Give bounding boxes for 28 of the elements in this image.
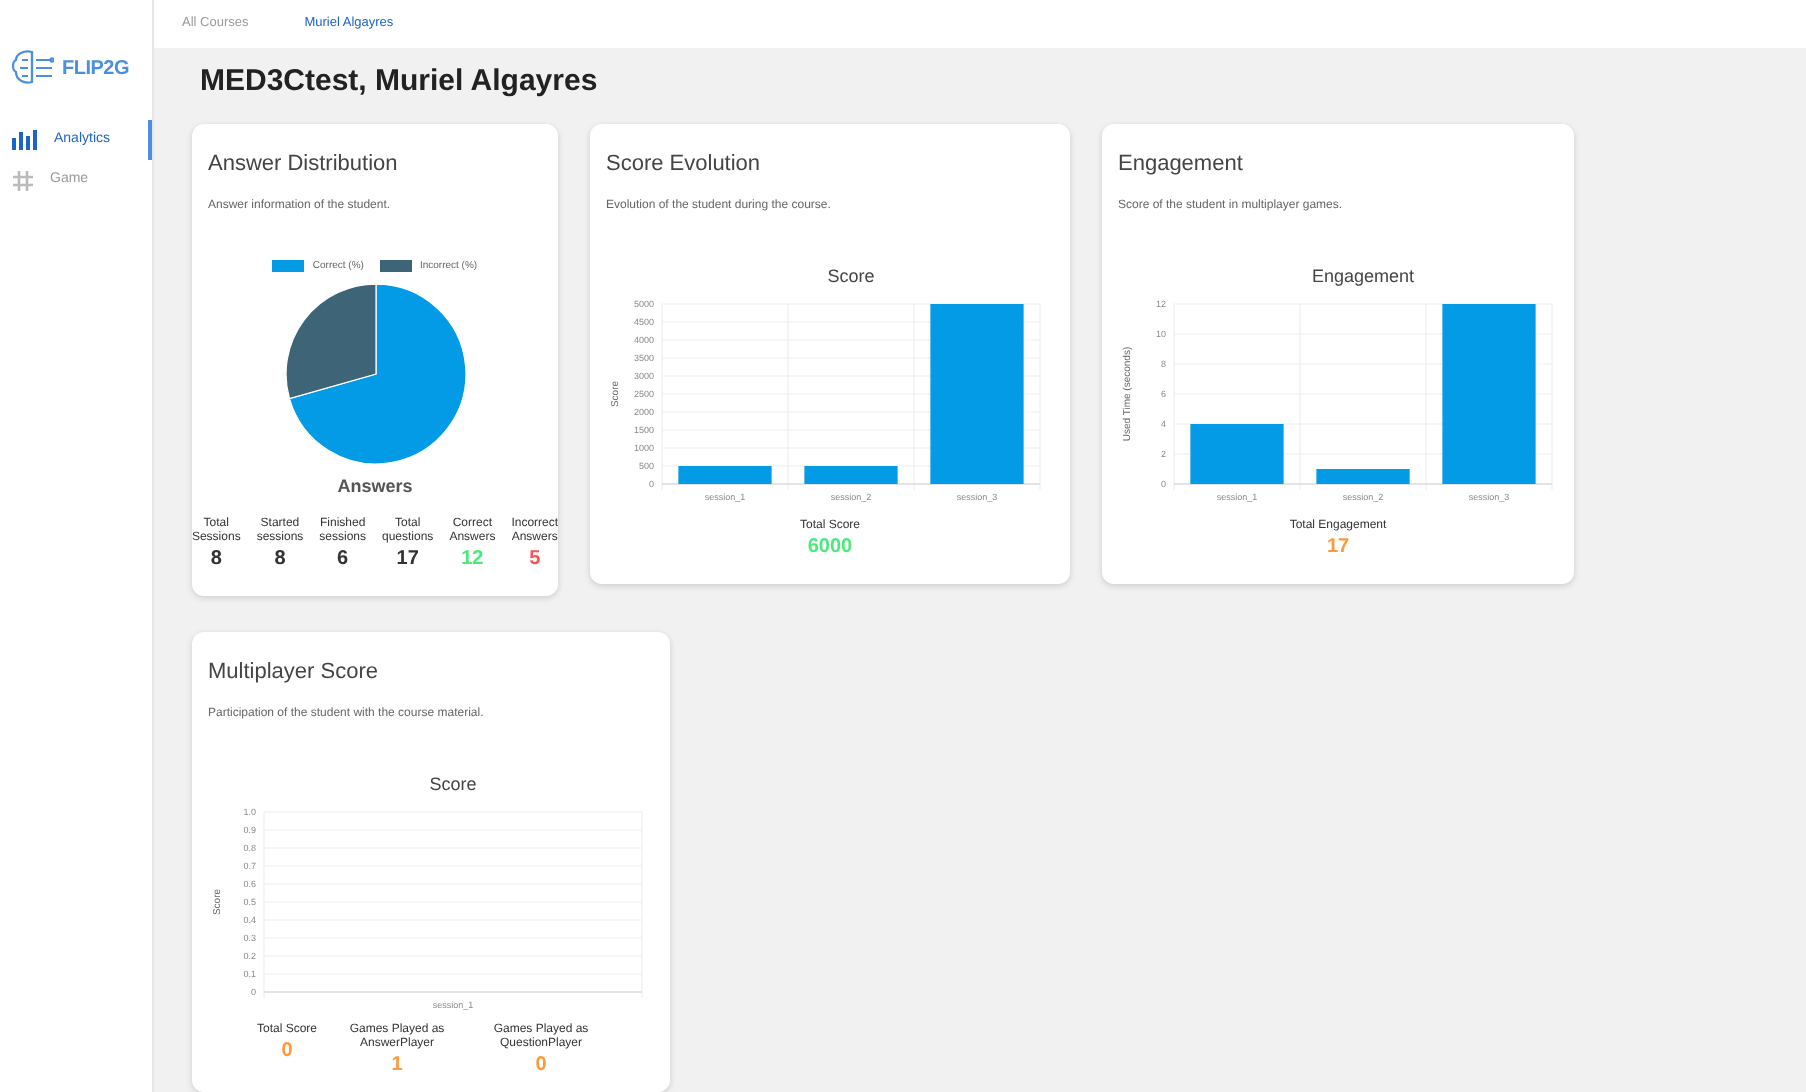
legend-swatch bbox=[379, 260, 412, 273]
bar bbox=[1316, 468, 1410, 483]
chart-title: Answers bbox=[337, 474, 413, 500]
hash-icon bbox=[12, 169, 34, 191]
chart-title: Score bbox=[429, 773, 477, 793]
card-title: Answer Distribution bbox=[208, 150, 400, 180]
logo-text: FLIP2G bbox=[62, 55, 130, 83]
stat-value: 1 bbox=[391, 1051, 403, 1077]
stat-value: 12 bbox=[461, 546, 484, 572]
chart-title: Engagement bbox=[1311, 265, 1415, 285]
legend-swatch bbox=[272, 260, 305, 273]
bar-chart-icon bbox=[12, 130, 38, 150]
stat-value: 0 bbox=[281, 1037, 293, 1063]
card-title: Engagement bbox=[1118, 150, 1245, 180]
bar bbox=[1190, 423, 1284, 483]
stat-value: 8 bbox=[274, 546, 286, 572]
stat-value: 8 bbox=[210, 546, 222, 572]
stat-value: 17 bbox=[1326, 534, 1350, 560]
stat-value: 6000 bbox=[807, 534, 853, 560]
stat-value: 6 bbox=[337, 546, 349, 572]
stat-value: 17 bbox=[396, 546, 419, 572]
brain-logo-icon bbox=[10, 50, 54, 86]
page-title: MED3Ctest, Muriel Algayres bbox=[200, 62, 600, 102]
card-title: Score Evolution bbox=[606, 150, 763, 180]
stat-value: 0 bbox=[535, 1051, 547, 1077]
chart-title: Score bbox=[827, 265, 875, 285]
card-title: Multiplayer Score bbox=[208, 658, 380, 688]
stat-value: 5 bbox=[529, 546, 541, 572]
